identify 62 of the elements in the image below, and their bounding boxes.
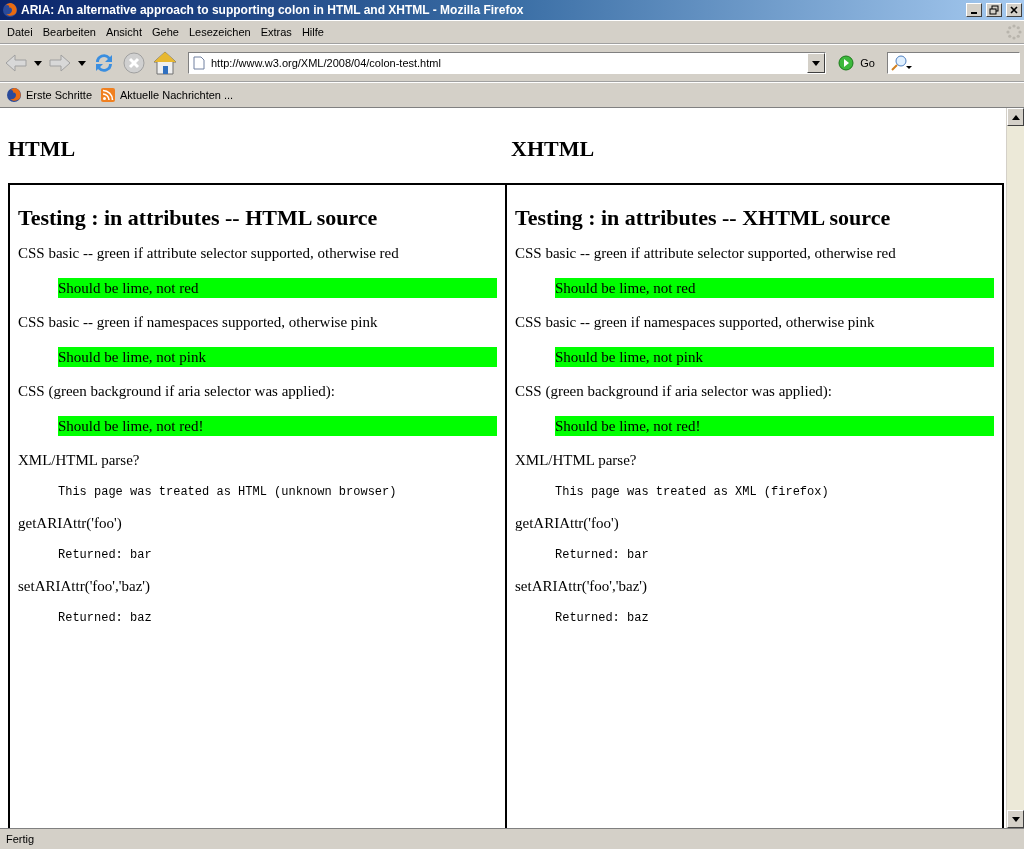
menu-item[interactable]: Lesezeichen <box>183 24 256 40</box>
test-description: setARIAttr('foo','baz') <box>18 578 152 595</box>
menu-item[interactable]: Bearbeiten <box>37 24 101 40</box>
test-description: getARIAttr('foo') <box>515 515 620 532</box>
test-result-bar: Should be lime, not red <box>555 278 994 298</box>
down-triangle-icon[interactable] <box>812 60 821 66</box>
close-icon <box>1010 6 1018 14</box>
address-field[interactable]: http://www.w3.org/XML/2008/04/colon-test.html <box>188 52 827 74</box>
test-description: setARIAttr('foo','baz') <box>515 578 649 595</box>
test-description: getARIAttr('foo') <box>18 515 123 532</box>
frame-heading: Testing : in attributes -- HTML source <box>18 205 379 231</box>
menu-item[interactable]: Hilfe <box>296 24 329 40</box>
up-triangle-icon[interactable] <box>1011 114 1020 120</box>
bookmark-link[interactable]: Aktuelle Nachrichten ... <box>100 87 234 103</box>
test-description: CSS basic -- green if attribute selector supported, otherwise red <box>515 245 897 262</box>
test-description: XML/HTML parse? <box>18 452 141 469</box>
test-result-bar: Should be lime, not red <box>58 278 497 298</box>
test-description: CSS (green background if aria selector was applied): <box>18 383 336 400</box>
go-button[interactable]: Go <box>832 55 881 71</box>
frame-heading: Testing : in attributes -- XHTML source <box>515 205 892 231</box>
status-text: Fertig <box>0 828 1024 849</box>
restore-button[interactable] <box>986 3 1002 17</box>
home-icon[interactable] <box>152 50 178 76</box>
result-output: Returned: bar <box>58 548 153 562</box>
menu-item[interactable]: Extras <box>255 24 297 40</box>
test-result-bar: Should be lime, not pink <box>555 347 994 367</box>
result-output: Returned: baz <box>555 611 650 625</box>
rss-feed-icon <box>100 87 117 103</box>
down-triangle-icon[interactable] <box>78 60 86 66</box>
menu-item[interactable]: Ansicht <box>100 24 147 40</box>
column-heading: XHTML <box>510 135 596 162</box>
bookmark-link[interactable]: Erste Schritte <box>6 87 93 103</box>
menu-item[interactable]: Datei <box>2 24 38 40</box>
stop-icon[interactable] <box>122 51 146 75</box>
column-heading: HTML <box>7 135 77 162</box>
test-result-bar: Should be lime, not red! <box>58 416 497 436</box>
play-icon <box>838 55 855 71</box>
test-description: CSS basic -- green if attribute selector supported, otherwise red <box>18 245 400 262</box>
search-field[interactable] <box>887 52 1020 74</box>
test-result-bar: Should be lime, not pink <box>58 347 497 367</box>
test-result-bar: Should be lime, not red! <box>555 416 994 436</box>
vertical-scrollbar[interactable] <box>1006 108 1024 828</box>
result-output: Returned: baz <box>58 611 153 625</box>
menu-item[interactable]: Gehe <box>147 24 184 40</box>
down-triangle-icon[interactable] <box>1011 816 1020 822</box>
restore-icon <box>989 5 999 15</box>
test-description: CSS basic -- green if namespaces supported, otherwise pink <box>18 314 379 331</box>
close-button[interactable] <box>1006 3 1022 17</box>
search-icon[interactable] <box>891 55 913 71</box>
result-output: Returned: bar <box>555 548 650 562</box>
result-output: This page was treated as XML (firefox) <box>555 485 830 499</box>
minimize-button[interactable] <box>966 3 982 17</box>
test-description: CSS (green background if aria selector was applied): <box>515 383 833 400</box>
throbber-icon <box>1006 24 1022 40</box>
browser-logo-icon <box>2 2 18 18</box>
test-description: XML/HTML parse? <box>515 452 638 469</box>
browser-logo-icon <box>6 87 22 103</box>
window-title: ARIA: An alternative approach to supporting colon in HTML and XHTML - Mozilla Firefox <box>21 3 525 17</box>
down-triangle-icon[interactable] <box>34 60 42 66</box>
test-description: CSS basic -- green if namespaces supported, otherwise pink <box>515 314 876 331</box>
result-output: This page was treated as HTML (unknown browser) <box>58 485 398 499</box>
page-icon <box>193 56 205 70</box>
